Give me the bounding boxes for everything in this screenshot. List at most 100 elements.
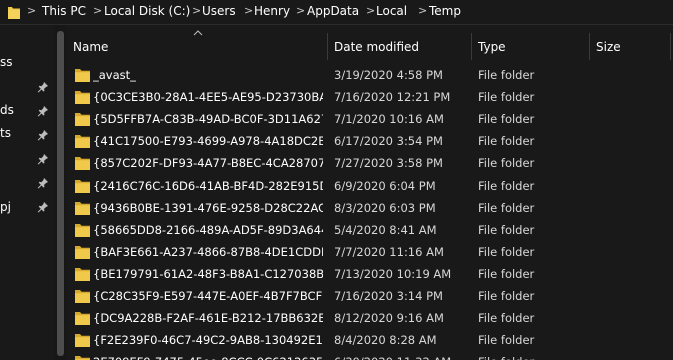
file-type: File folder <box>478 334 535 347</box>
pin-icon[interactable] <box>37 153 49 165</box>
folder-icon <box>75 290 90 303</box>
folder-icon <box>75 356 90 360</box>
file-date-modified: 8/12/2020 9:16 AM <box>334 312 444 325</box>
file-type: File folder <box>478 202 535 215</box>
file-date-modified: 7/1/2020 10:16 AM <box>334 113 444 126</box>
file-row[interactable]: {857C202F-DF93-4A77-B8EC-4CA2870780... 7/… <box>67 152 673 174</box>
file-date-modified: 6/30/2020 11:32 AM <box>334 356 470 360</box>
file-type: File folder <box>478 135 535 148</box>
file-type: File folder <box>478 69 535 82</box>
chevron-right-icon[interactable]: > <box>244 4 253 18</box>
file-name: {41C17500-E793-4699-A978-4A18DC2BFD... <box>93 135 323 148</box>
file-row[interactable]: {9436B0BE-1391-476E-9258-D28C22AC76... 8/… <box>67 197 673 219</box>
file-date-modified: 7/7/2020 11:16 AM <box>334 246 444 259</box>
breadcrumb-local[interactable]: Local <box>376 4 407 18</box>
column-date-modified[interactable]: Date modified <box>334 40 419 54</box>
pin-icon[interactable] <box>37 81 49 93</box>
folder-icon <box>75 157 90 170</box>
nav-item-label[interactable]: ss <box>0 55 13 69</box>
chevron-right-icon[interactable]: > <box>192 4 201 18</box>
file-row[interactable]: {2416C76C-16D6-41AB-BF4D-282E915DC... 6/9… <box>67 175 673 197</box>
file-row[interactable]: {0C3CE3B0-28A1-4EE5-AE95-D23730BA6... 7/1… <box>67 86 673 108</box>
file-row[interactable]: 2E709EF9-7475-45ee-8CCC-0C6212635299 6/30… <box>67 351 673 360</box>
file-date-modified: 3/19/2020 4:58 PM <box>334 69 443 82</box>
column-type[interactable]: Type <box>478 40 506 54</box>
file-type: File folder <box>478 246 535 259</box>
file-name: {857C202F-DF93-4A77-B8EC-4CA2870780... <box>93 157 323 170</box>
column-divider[interactable] <box>670 33 671 60</box>
pin-icon[interactable] <box>37 105 49 117</box>
file-name: {9436B0BE-1391-476E-9258-D28C22AC76... <box>93 202 323 215</box>
chevron-right-icon[interactable]: > <box>93 4 102 18</box>
sort-up-icon <box>193 30 203 36</box>
file-date-modified: 7/16/2020 12:21 PM <box>334 91 451 104</box>
file-name: {5D5FFB7A-C83B-49AD-BC0F-3D11A6278... <box>93 113 323 126</box>
column-divider[interactable] <box>471 33 472 60</box>
file-name: {0C3CE3B0-28A1-4EE5-AE95-D23730BA6... <box>93 91 323 104</box>
folder-icon <box>75 113 90 126</box>
breadcrumb-users[interactable]: Users <box>202 4 236 18</box>
column-name[interactable]: Name <box>73 40 108 54</box>
file-date-modified: 6/9/2020 6:04 PM <box>334 180 436 193</box>
file-row[interactable]: {DC9A228B-F2AF-461E-B212-17BB632BC... 8/1… <box>67 307 673 329</box>
file-name: {DC9A228B-F2AF-461E-B212-17BB632BC... <box>93 312 323 325</box>
pin-icon[interactable] <box>37 177 49 189</box>
folder-icon <box>75 135 90 148</box>
nav-item-label[interactable]: pj <box>0 200 11 214</box>
column-divider[interactable] <box>327 33 328 60</box>
pin-icon[interactable] <box>37 201 49 213</box>
file-type: File folder <box>478 180 535 193</box>
file-name: 2E709EF9-7475-45ee-8CCC-0C6212635299 <box>93 356 323 360</box>
file-row[interactable]: {BE179791-61A2-48F3-B8A1-C127038BDB... 7/… <box>67 263 673 285</box>
folder-icon <box>75 202 90 215</box>
breadcrumb-temp[interactable]: Temp <box>429 4 461 18</box>
nav-item-label[interactable]: ds <box>0 103 14 117</box>
chevron-right-icon[interactable]: > <box>418 4 427 18</box>
file-row[interactable]: {BAF3E661-A237-4866-87B8-4DE1CDDDF... 7/7… <box>67 241 673 263</box>
folder-icon <box>75 69 90 82</box>
file-type: File folder <box>478 312 535 325</box>
folder-icon <box>75 312 90 325</box>
nav-item-label[interactable]: ts <box>0 126 11 140</box>
file-row[interactable]: {F2E239F0-46C7-49C2-9AB8-130492E152... 8/… <box>67 329 673 351</box>
file-type: File folder <box>478 356 588 360</box>
file-type: File folder <box>478 268 535 281</box>
file-row[interactable]: _avast_ 3/19/2020 4:58 PM File folder <box>67 64 673 86</box>
column-size[interactable]: Size <box>596 40 621 54</box>
chevron-right-icon[interactable]: > <box>366 4 375 18</box>
file-row[interactable]: {58665DD8-2166-489A-AD5F-89D3A6442... 5/4… <box>67 219 673 241</box>
folder-icon <box>75 224 90 237</box>
file-name: {C28C35F9-E597-447E-A0EF-4B7F7BCFEC... <box>93 290 323 303</box>
file-name: {2416C76C-16D6-41AB-BF4D-282E915DC... <box>93 180 323 193</box>
folder-icon <box>8 7 20 19</box>
breadcrumb-local-disk[interactable]: Local Disk (C:) <box>104 4 190 18</box>
folder-icon <box>75 334 90 347</box>
file-type: File folder <box>478 113 535 126</box>
file-row[interactable]: {41C17500-E793-4699-A978-4A18DC2BFD... 6/… <box>67 130 673 152</box>
file-date-modified: 7/16/2020 3:14 PM <box>334 290 443 303</box>
file-date-modified: 5/4/2020 8:41 AM <box>334 224 437 237</box>
file-name: {BAF3E661-A237-4866-87B8-4DE1CDDDF... <box>93 246 323 259</box>
column-header-row: Name Date modified Type Size <box>67 30 673 60</box>
file-type: File folder <box>478 157 535 170</box>
file-explorer-window: > This PC > Local Disk (C:) > Users > He… <box>0 0 673 360</box>
address-bar[interactable]: > This PC > Local Disk (C:) > Users > He… <box>0 0 673 25</box>
pin-icon[interactable] <box>37 129 49 141</box>
file-date-modified: 7/27/2020 3:58 PM <box>334 157 443 170</box>
file-date-modified: 7/13/2020 10:19 AM <box>334 268 452 281</box>
scrollbar-thumb[interactable] <box>57 31 64 356</box>
breadcrumb-this-pc[interactable]: This PC <box>42 4 86 18</box>
file-row[interactable]: {5D5FFB7A-C83B-49AD-BC0F-3D11A6278... 7/1… <box>67 108 673 130</box>
file-name: _avast_ <box>93 69 136 82</box>
folder-icon <box>75 246 90 259</box>
file-row[interactable]: {C28C35F9-E597-447E-A0EF-4B7F7BCFEC... 7/… <box>67 285 673 307</box>
chevron-right-icon[interactable]: > <box>296 4 305 18</box>
file-date-modified: 8/3/2020 6:03 PM <box>334 202 436 215</box>
folder-icon <box>75 268 90 281</box>
file-date-modified: 8/4/2020 8:28 AM <box>334 334 437 347</box>
file-name: {58665DD8-2166-489A-AD5F-89D3A6442... <box>93 224 323 237</box>
column-divider[interactable] <box>589 33 590 60</box>
nav-scrollbar[interactable] <box>54 25 67 360</box>
breadcrumb-appdata[interactable]: AppData <box>307 4 359 18</box>
breadcrumb-henry[interactable]: Henry <box>254 4 290 18</box>
